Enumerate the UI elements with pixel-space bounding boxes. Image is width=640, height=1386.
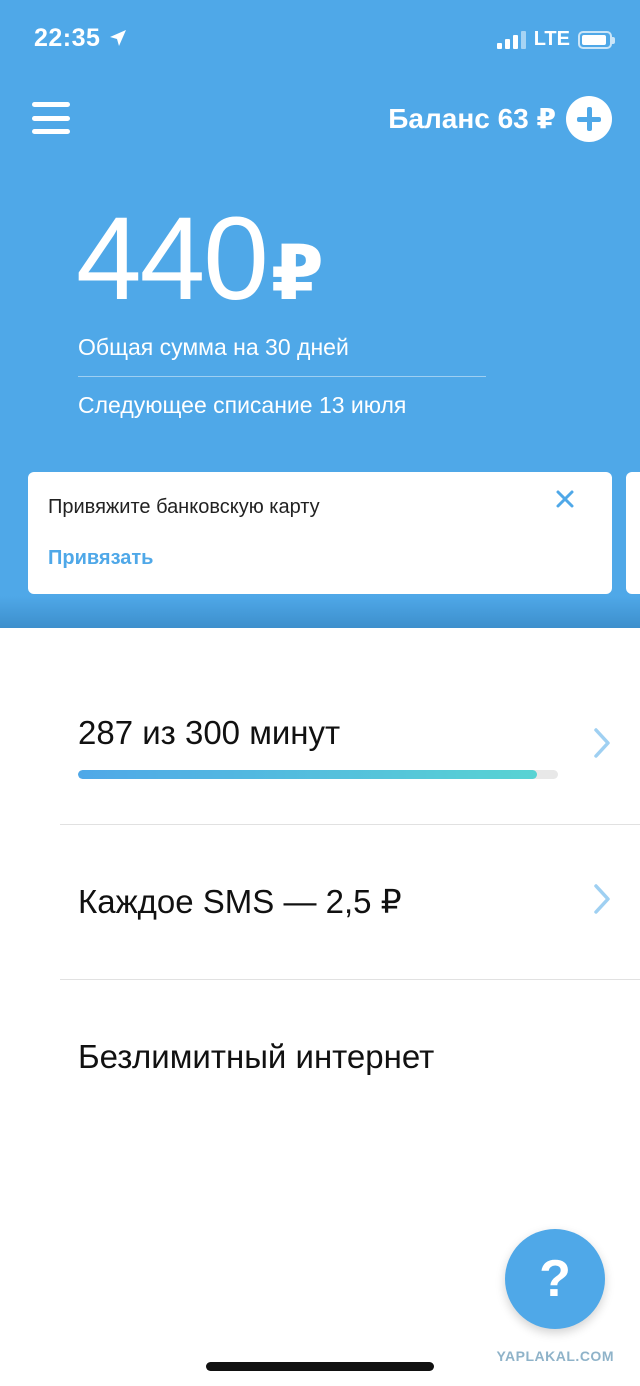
minutes-progress-fill <box>78 770 538 779</box>
add-balance-plus-icon[interactable] <box>566 96 612 142</box>
next-charge-label: Следующее списание 13 июля <box>78 392 407 418</box>
battery-icon <box>578 30 615 49</box>
location-arrow-icon <box>110 30 126 46</box>
minutes-progress-bar <box>78 770 558 779</box>
internet-title: Безлимитный интернет <box>78 1038 435 1075</box>
home-indicator[interactable] <box>206 1362 434 1371</box>
chevron-right-icon[interactable] <box>592 882 612 916</box>
sms-title[interactable]: Каждое SMS — 2,5 ₽ <box>78 882 402 921</box>
help-button[interactable]: ? <box>505 1229 605 1329</box>
network-label: LTE <box>533 28 570 50</box>
watermark: YAPLAKAL.COM <box>496 1348 614 1364</box>
balance-label[interactable]: Баланс 63 ₽ <box>388 102 556 135</box>
header-divider <box>78 376 486 377</box>
question-mark-icon: ? <box>539 1250 571 1308</box>
header-bottom-shade <box>0 596 640 628</box>
close-icon[interactable] <box>554 488 576 510</box>
minutes-title: 287 из 300 минут <box>78 714 341 751</box>
bind-card-button[interactable]: Привязать <box>48 547 153 570</box>
signal-bars-icon <box>496 30 526 49</box>
status-time: 22:35 <box>34 24 101 52</box>
amount-currency: ₽ <box>270 231 324 316</box>
chevron-right-icon[interactable] <box>592 726 612 760</box>
hamburger-menu-icon[interactable] <box>32 98 72 138</box>
list-divider <box>60 979 640 980</box>
monthly-amount: 440 ₽ <box>76 200 324 318</box>
app-screen: 22:35 LTE Баланс 63 ₽ 440 ₽ Общая сумма … <box>0 0 640 1386</box>
list-divider <box>60 824 640 825</box>
status-right-group: LTE <box>496 28 615 51</box>
bind-card-text: Привяжите банковскую карту <box>48 496 320 518</box>
amount-value: 440 <box>76 193 269 325</box>
next-banner-peek[interactable] <box>626 472 640 594</box>
bind-card-banner: Привяжите банковскую карту Привязать <box>28 472 612 594</box>
total-label: Общая сумма на 30 дней <box>78 334 349 360</box>
